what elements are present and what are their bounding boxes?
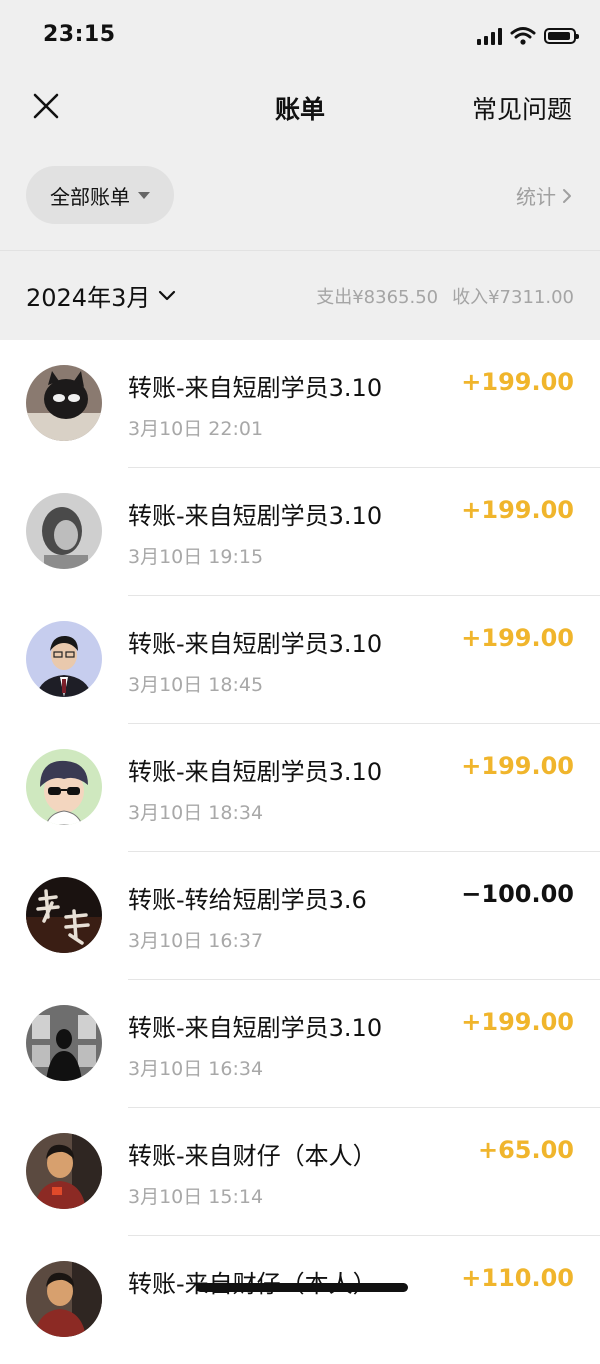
- redaction-mark: [196, 1283, 408, 1292]
- status-time: 23:15: [43, 22, 116, 47]
- transaction-row[interactable]: 转账-来自短剧学员3.10 3月10日 18:45 +199.00: [0, 596, 600, 724]
- transaction-time: 3月10日 18:45: [128, 674, 264, 696]
- transaction-title: 转账-来自财仔（本人）: [128, 1264, 377, 1299]
- bill-filter-label: 全部账单: [50, 184, 130, 209]
- avatar: [26, 749, 102, 825]
- month-label: 2024年3月: [26, 284, 151, 312]
- transaction-time: 3月10日 22:01: [128, 418, 264, 440]
- transaction-time: 3月10日 16:34: [128, 1058, 264, 1080]
- transaction-time: 3月10日 16:37: [128, 930, 264, 952]
- transaction-list: 转账-来自短剧学员3.10 3月10日 22:01 +199.00 转账-来自短…: [0, 340, 600, 1364]
- avatar: [26, 1261, 102, 1337]
- transaction-row[interactable]: 转账-来自短剧学员3.10 3月10日 22:01 +199.00: [0, 340, 600, 468]
- avatar: [26, 1005, 102, 1081]
- transaction-amount: +199.00: [461, 624, 574, 652]
- transaction-amount: +199.00: [461, 368, 574, 396]
- transaction-row[interactable]: 转账-转给短剧学员3.6 3月10日 16:37 −100.00: [0, 852, 600, 980]
- transaction-row[interactable]: 转账-来自短剧学员3.10 3月10日 19:15 +199.00: [0, 468, 600, 596]
- transaction-title: 转账-来自短剧学员3.10: [128, 1014, 383, 1042]
- chevron-down-icon: [159, 290, 176, 300]
- avatar: [26, 493, 102, 569]
- divider: [0, 250, 600, 251]
- chevron-right-icon: [563, 188, 571, 203]
- battery-icon: [544, 28, 579, 44]
- transaction-amount: +199.00: [461, 496, 574, 524]
- stats-link[interactable]: 统计: [516, 181, 572, 210]
- transaction-time: 3月10日 18:34: [128, 802, 264, 824]
- avatar: [26, 877, 102, 953]
- status-icons: [477, 26, 579, 46]
- status-bar: 23:15: [0, 0, 600, 72]
- nav-bar: 账单 常见问题: [0, 72, 600, 144]
- month-selector[interactable]: 2024年3月: [26, 278, 176, 313]
- transaction-title: 转账-来自短剧学员3.10: [128, 630, 383, 658]
- income-total: 收入¥7311.00: [452, 287, 574, 308]
- transaction-amount: −100.00: [461, 880, 574, 908]
- wifi-icon: [510, 27, 536, 45]
- faq-link[interactable]: 常见问题: [472, 90, 572, 126]
- transaction-time: 3月10日 19:15: [128, 546, 264, 568]
- month-summary: 支出¥8365.50 收入¥7311.00: [316, 283, 574, 309]
- transaction-row[interactable]: 转账-来自短剧学员3.10 3月10日 16:34 +199.00: [0, 980, 600, 1108]
- header-area: 23:15 账单 常见问题 全部账单 统计 2024年3月 支出¥8365.50…: [0, 0, 600, 340]
- transaction-row[interactable]: 转账-来自短剧学员3.10 3月10日 18:34 +199.00: [0, 724, 600, 852]
- bill-filter-dropdown[interactable]: 全部账单: [26, 166, 174, 224]
- transaction-amount: +65.00: [477, 1136, 574, 1164]
- transaction-row[interactable]: 转账-来自财仔（本人） 3月10日 15:14 +65.00: [0, 1108, 600, 1236]
- transaction-title: 转账-来自短剧学员3.10: [128, 758, 383, 786]
- transaction-title: 转账-来自短剧学员3.10: [128, 502, 383, 530]
- transaction-time: 3月10日 15:14: [128, 1186, 264, 1208]
- transaction-title: 转账-转给短剧学员3.6: [128, 886, 367, 914]
- avatar: [26, 621, 102, 697]
- expense-total: 支出¥8365.50: [316, 287, 439, 308]
- avatar: [26, 1133, 102, 1209]
- transaction-amount: +199.00: [461, 752, 574, 780]
- transaction-row[interactable]: 转账-来自财仔（本人） +110.00: [0, 1236, 600, 1364]
- avatar: [26, 365, 102, 441]
- caret-down-icon: [138, 191, 150, 199]
- transaction-amount: +110.00: [461, 1264, 574, 1292]
- transaction-title: 转账-来自短剧学员3.10: [128, 374, 383, 402]
- transaction-amount: +199.00: [461, 1008, 574, 1036]
- stats-label: 统计: [516, 185, 556, 209]
- transaction-title: 转账-来自财仔（本人）: [128, 1142, 377, 1170]
- cellular-signal-icon: [477, 27, 502, 45]
